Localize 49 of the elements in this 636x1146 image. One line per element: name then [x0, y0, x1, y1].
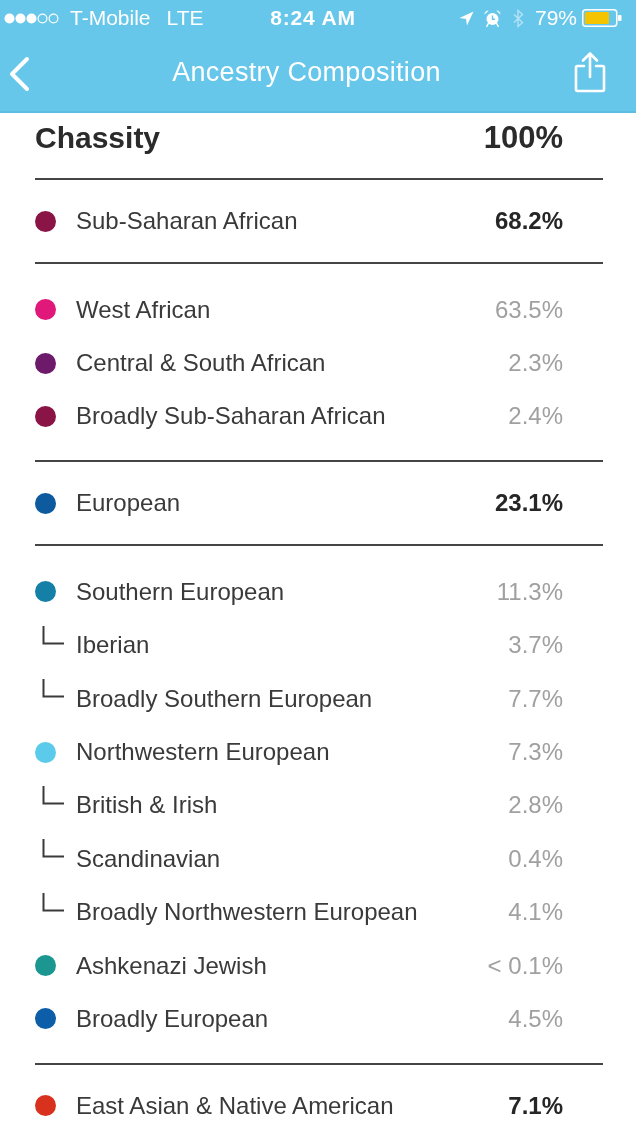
region-name: European — [76, 489, 181, 518]
subregion-name: British & Irish — [76, 791, 218, 820]
subregion-name: Central & South African — [76, 349, 326, 378]
subregion-name: Broadly European — [76, 1005, 269, 1033]
subregion-name: Scandinavian — [76, 844, 221, 873]
subregion-name: Northwestern European — [76, 738, 330, 767]
alarm-clock-icon — [484, 9, 501, 27]
subregion-name: Broadly Southern European — [76, 684, 373, 713]
back-icon[interactable] — [7, 55, 31, 92]
subregion-percent: < 0.1% — [487, 951, 563, 980]
network-type: LTE — [166, 6, 204, 30]
tree-branch-icon — [42, 839, 64, 859]
tree-branch-icon — [42, 892, 64, 912]
region-percent: 68.2% — [494, 207, 563, 235]
subregion-percent: 7.3% — [508, 738, 563, 767]
subregion-percent: 4.5% — [508, 1005, 563, 1033]
profile-name: Chassity — [35, 121, 161, 155]
total-percent: 100% — [483, 120, 563, 156]
location-arrow-icon — [459, 10, 474, 26]
region-percent: 7.1% — [508, 1091, 563, 1120]
region-name: East Asian & Native American — [76, 1091, 394, 1120]
carrier-name: T-Mobile — [70, 6, 151, 30]
subregion-percent: 3.7% — [508, 631, 563, 660]
subregion-percent: 11.3% — [496, 577, 563, 606]
bluetooth-icon — [513, 8, 524, 28]
subregion-name: Iberian — [76, 631, 150, 660]
subregion-percent: 4.1% — [508, 898, 563, 927]
subregion-name: Broadly Northwestern European — [76, 898, 418, 927]
battery-icon — [582, 9, 622, 27]
subregion-percent: 2.4% — [508, 402, 563, 431]
subregion-percent: 2.3% — [508, 349, 563, 378]
clock-time: 8:24 AM — [270, 6, 356, 30]
region-name: Sub-Saharan African — [76, 207, 298, 235]
signal-icon — [4, 12, 60, 24]
subregion-name: Ashkenazi Jewish — [76, 951, 267, 980]
tree-branch-icon — [42, 625, 64, 645]
subregion-percent: 63.5% — [494, 295, 563, 324]
screen-title: Ancestry Composition — [172, 56, 441, 88]
share-icon[interactable] — [574, 50, 606, 93]
subregion-name: Broadly Sub-Saharan African — [76, 402, 386, 431]
subregion-percent: 2.8% — [508, 791, 563, 820]
subregion-percent: 7.7% — [508, 684, 563, 713]
subregion-name: Southern European — [76, 577, 285, 606]
region-percent: 23.1% — [494, 489, 563, 518]
tree-branch-icon — [42, 785, 64, 805]
subregion-percent: 0.4% — [508, 844, 563, 873]
battery-percent: 79% — [535, 6, 577, 30]
tree-branch-icon — [42, 678, 64, 698]
subregion-name: West African — [76, 295, 211, 324]
